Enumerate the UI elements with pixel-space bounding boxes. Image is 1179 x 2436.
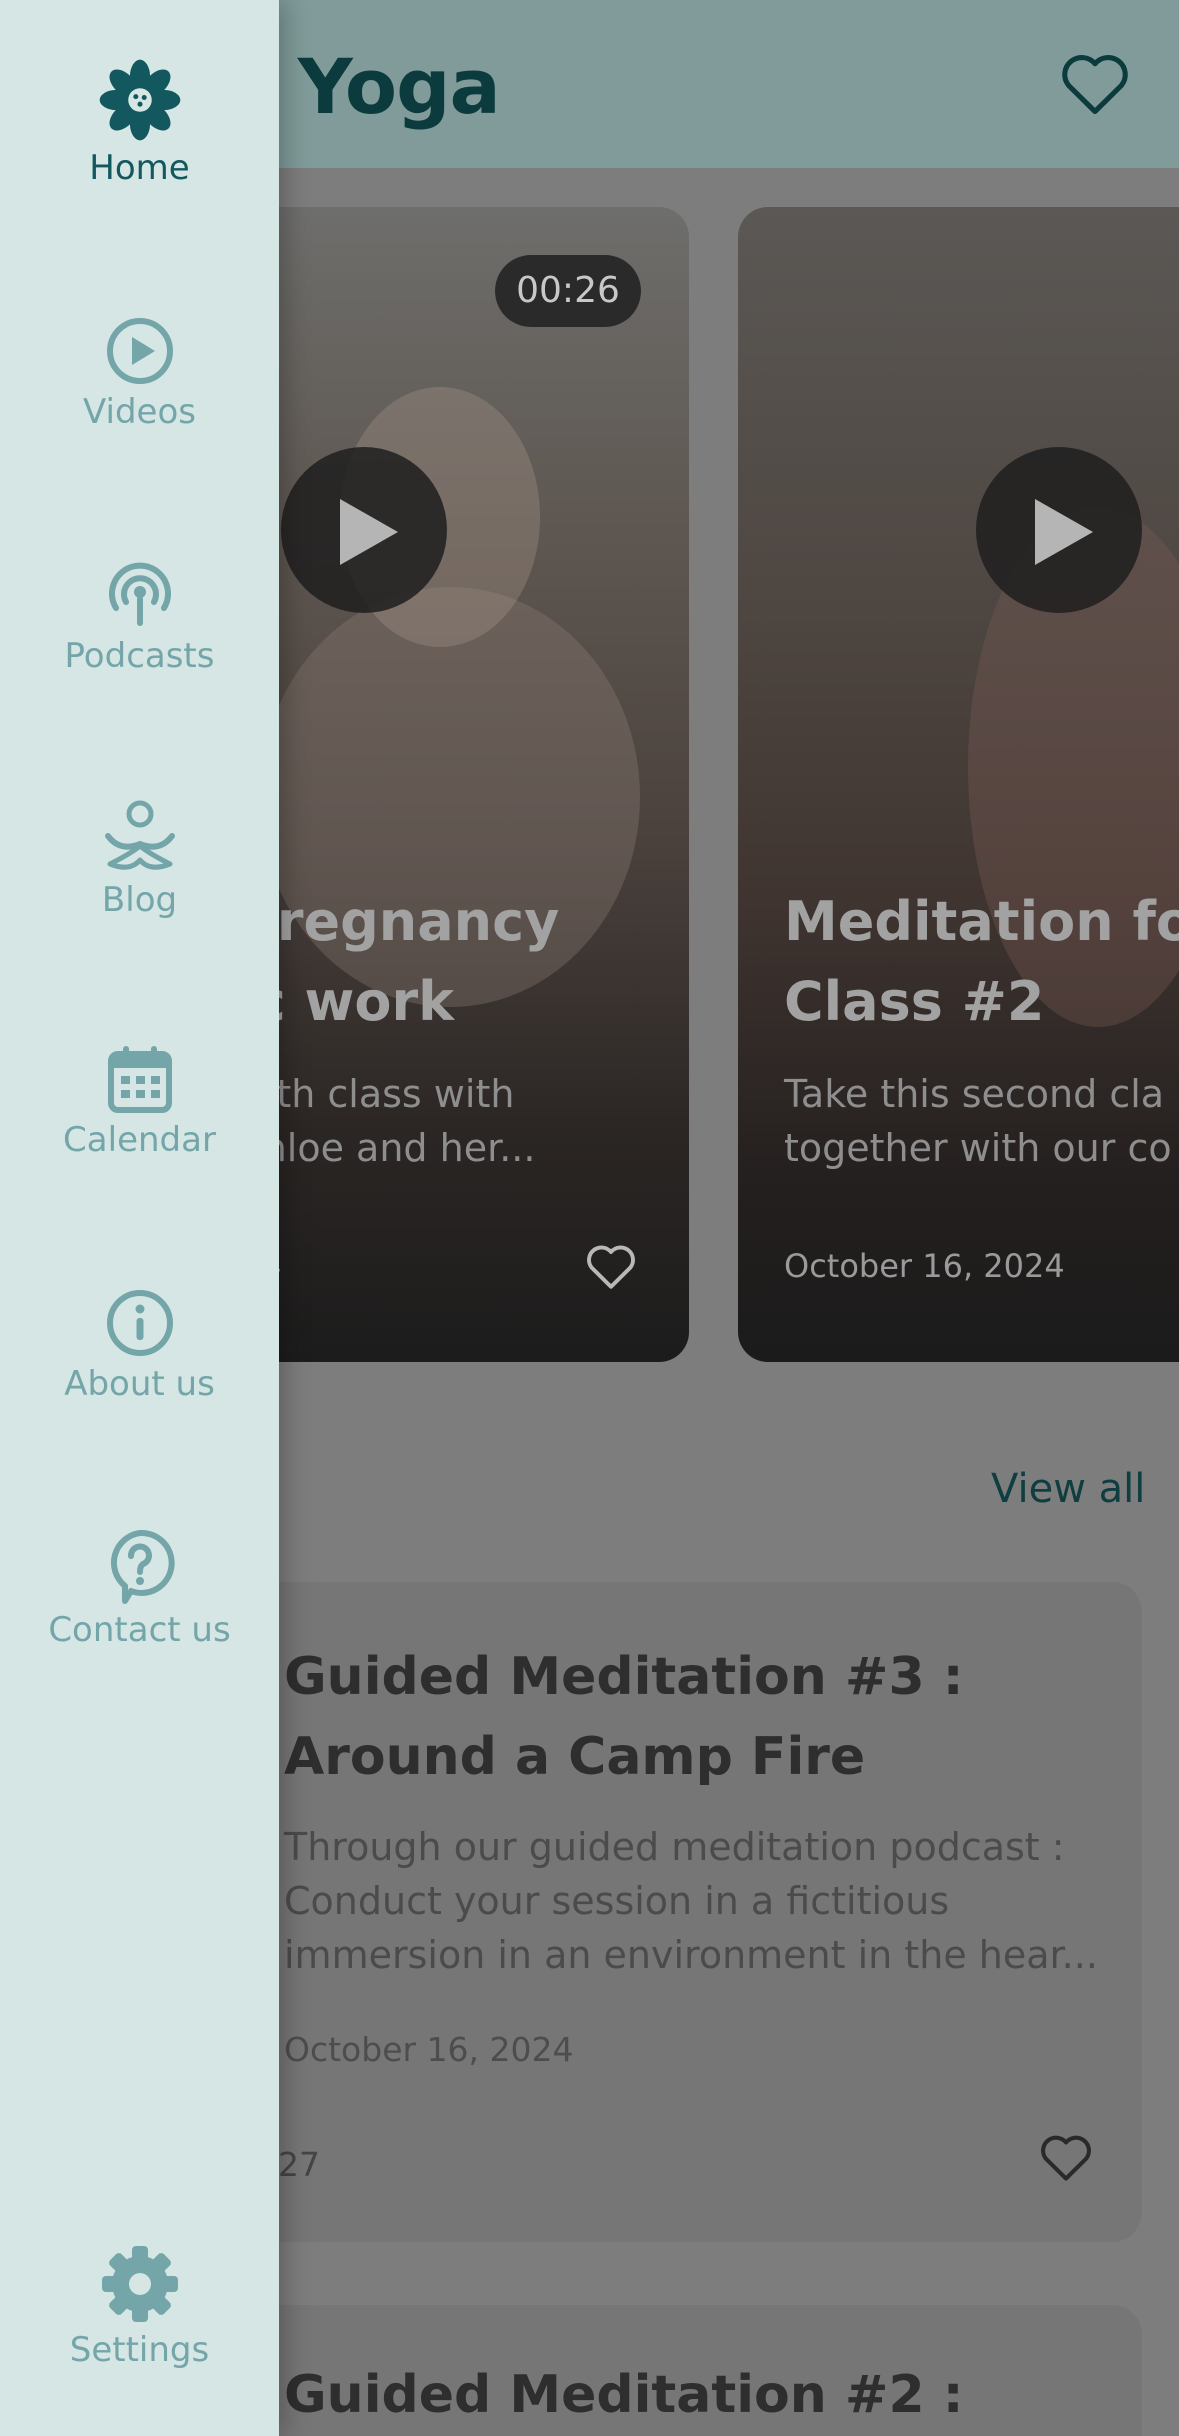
nav-label-home: Home (89, 148, 190, 188)
view-all-link[interactable]: View all (991, 1466, 1145, 1512)
nav-label-blog: Blog (101, 880, 178, 920)
nav-item-calendar[interactable]: Calendar (0, 1044, 279, 1160)
navigation-drawer: Home Videos Podcasts Blog Calendar About… (0, 0, 279, 2436)
calendar-icon (107, 1046, 172, 1113)
nav-label-settings: Settings (69, 2330, 210, 2370)
nav-label-calendar: Calendar (63, 1120, 216, 1160)
podcast-title-line: Guided Meditation #2 : (284, 2365, 964, 2425)
podcast-title-line: Around a Camp Fire (284, 1727, 866, 1787)
podcast-date: October 16, 2024 (284, 2030, 574, 2069)
nav-label-videos: Videos (83, 392, 196, 432)
nav-item-blog[interactable]: Blog (0, 800, 279, 920)
play-icon (1035, 499, 1093, 565)
gear-icon (101, 2246, 178, 2322)
flower-icon (99, 59, 180, 141)
nav-item-videos[interactable]: Videos (0, 316, 279, 432)
podcast-title: Guided Meditation #2 : (284, 2355, 964, 2435)
nav-item-about-us[interactable]: About us (0, 1288, 279, 1404)
podcast-desc-line: Through our guided meditation podcast : (284, 1825, 1065, 1869)
favorites-heart-icon[interactable] (1058, 50, 1132, 116)
video-date: October 16, 2024 (784, 1247, 1065, 1285)
info-icon (106, 1290, 173, 1356)
podcast-title: Guided Meditation #3 : Around a Camp Fir… (284, 1637, 964, 1797)
help-bubble-icon (110, 1529, 175, 1604)
video-card[interactable]: Meditation for Class #2 Take this second… (738, 207, 1179, 1362)
video-description: Take this second cla together with our c… (784, 1067, 1172, 1175)
video-title-line: Meditation for (784, 890, 1179, 953)
nav-label-about-us: About us (64, 1364, 215, 1404)
video-desc-line: together with our co (784, 1126, 1172, 1170)
like-heart-icon[interactable] (1038, 2132, 1094, 2182)
nav-label-contact-us: Contact us (48, 1610, 231, 1650)
podcast-duration: 27 (278, 2145, 320, 2184)
nav-item-settings[interactable]: Settings (0, 2244, 279, 2370)
play-icon (340, 499, 398, 565)
video-title-line: Class #2 (784, 970, 1045, 1033)
nav-item-podcasts[interactable]: Podcasts (0, 558, 279, 676)
video-duration-badge: 00:26 (495, 255, 641, 327)
nav-label-podcasts: Podcasts (64, 636, 215, 676)
nav-item-contact-us[interactable]: Contact us (0, 1528, 279, 1650)
podcast-desc-line: Conduct your session in a fictitious (284, 1879, 950, 1923)
video-title: Meditation for Class #2 (784, 882, 1179, 1042)
video-desc-line: Take this second cla (784, 1072, 1165, 1116)
nav-item-home[interactable]: Home (0, 58, 279, 188)
podcast-desc-line: immersion in an environment in the hear.… (284, 1933, 1098, 1977)
play-button[interactable] (976, 447, 1142, 613)
play-button[interactable] (281, 447, 447, 613)
play-circle-icon (106, 318, 173, 384)
podcast-card[interactable]: Guided Meditation #2 : (190, 2305, 1142, 2436)
podcast-title-line: Guided Meditation #3 : (284, 1647, 964, 1707)
like-heart-icon[interactable] (584, 1242, 638, 1290)
podcast-description: Through our guided meditation podcast : … (284, 1820, 1098, 1982)
meditation-icon (104, 800, 175, 870)
podcast-icon (108, 562, 171, 626)
podcast-card[interactable]: Guided Meditation #3 : Around a Camp Fir… (190, 1582, 1142, 2242)
